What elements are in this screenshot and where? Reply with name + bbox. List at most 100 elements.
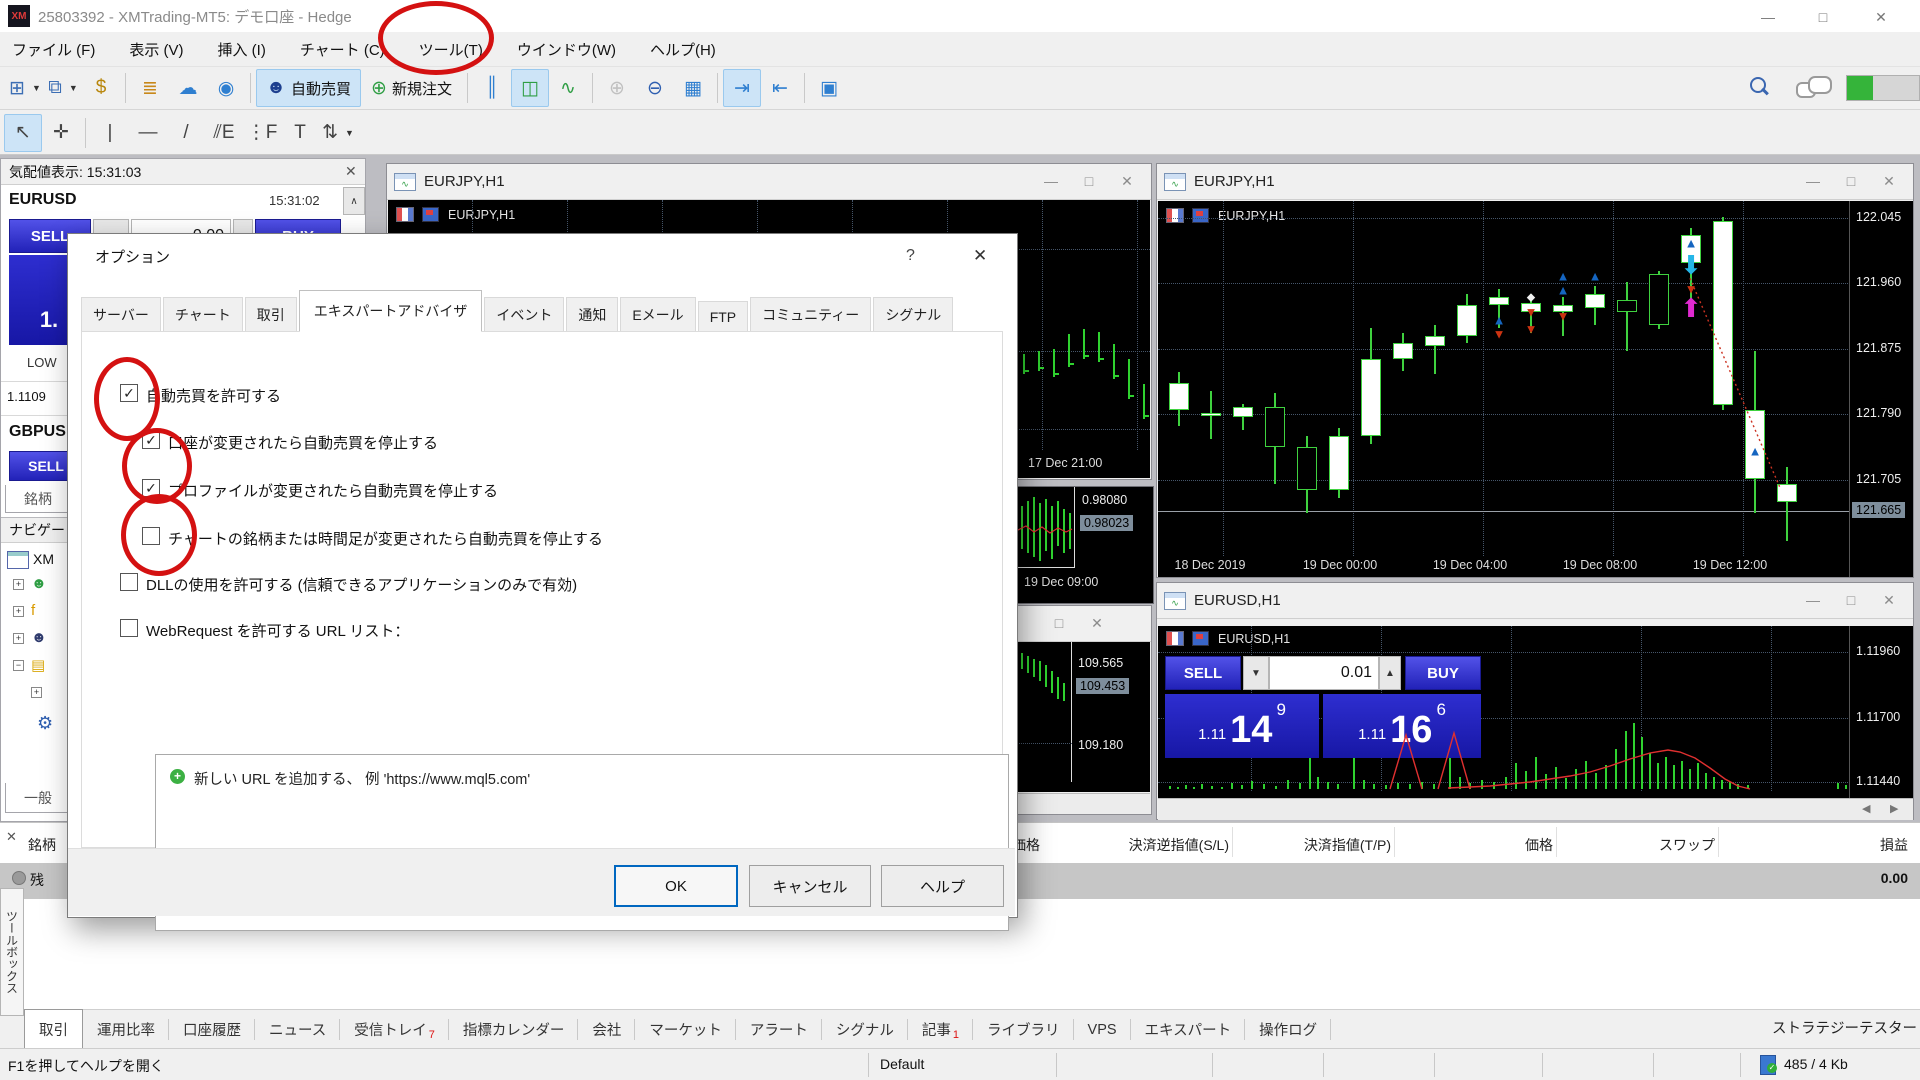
save-template-icon[interactable]: ▣: [810, 69, 848, 107]
menu-item-4[interactable]: ツール(T): [419, 39, 483, 60]
cursor-icon[interactable]: ↖: [4, 114, 42, 152]
chart-table-icon[interactable]: [396, 207, 414, 222]
toolbox-tab-9[interactable]: シグナル: [822, 1010, 908, 1049]
navigator-root-label[interactable]: XM: [33, 551, 54, 567]
line-chart-mode-icon[interactable]: ∿: [549, 69, 587, 107]
chart-shift-icon[interactable]: ⇤: [761, 69, 799, 107]
child-close-button[interactable]: ✕: [1873, 588, 1905, 612]
checkbox-2[interactable]: ✓: [142, 479, 160, 497]
oct-bid-panel[interactable]: 1.11149: [1165, 694, 1319, 758]
status-profile[interactable]: Default: [880, 1056, 924, 1072]
add-url-icon[interactable]: +: [170, 769, 185, 784]
toolbox-header-3[interactable]: 価格: [1373, 835, 1553, 855]
dialog-tab-0[interactable]: サーバー: [81, 297, 161, 332]
toolbox-header-5[interactable]: 損益: [1728, 835, 1908, 855]
chart-hscrollbar[interactable]: ◀ ▶: [1158, 798, 1913, 820]
menu-item-3[interactable]: チャート (C): [300, 39, 385, 60]
chart-save-icon[interactable]: [1192, 631, 1209, 646]
open-account-icon[interactable]: $: [82, 69, 120, 107]
toolbox-tab-0[interactable]: 取引: [24, 1009, 83, 1049]
child-minimize-button[interactable]: —: [1035, 169, 1067, 193]
bar-chart-mode-icon[interactable]: ║: [473, 69, 511, 107]
toolbox-tab-3[interactable]: ニュース: [255, 1010, 340, 1049]
accounts-icon[interactable]: ☻: [31, 575, 47, 592]
strategy-tester-label[interactable]: ストラテジーテスター: [1772, 1017, 1917, 1038]
shift-end-icon[interactable]: ⇥: [723, 69, 761, 107]
checkbox-label-2[interactable]: プロファイルが変更されたら自動売買を停止する: [168, 480, 498, 501]
dialog-tab-6[interactable]: Eメール: [620, 297, 695, 332]
search-icon[interactable]: [1748, 76, 1770, 98]
equidistant-channel-icon[interactable]: ⫽E: [205, 114, 243, 152]
new-chart-dropdown-icon[interactable]: ▼: [32, 83, 41, 93]
checkbox-label-1[interactable]: 口座が変更されたら自動売買を停止する: [168, 432, 438, 453]
add-url-hint[interactable]: 新しい URL を追加する、 例 'https://www.mql5.com': [194, 768, 530, 789]
child-minimize-button[interactable]: —: [1797, 169, 1829, 193]
toolbox-tab-2[interactable]: 口座履歴: [169, 1010, 255, 1049]
child-maximize-button[interactable]: □: [1043, 611, 1075, 635]
profiles-icon[interactable]: ⧉▼: [44, 69, 82, 107]
trendline-icon[interactable]: /: [167, 114, 205, 152]
toolbox-header-1[interactable]: 決済逆指値(S/L): [1049, 835, 1229, 855]
accounts-expander[interactable]: +: [13, 579, 24, 590]
dialog-close-icon[interactable]: ✕: [973, 246, 987, 266]
dialog-tab-3[interactable]: エキスパートアドバイザ: [299, 290, 483, 332]
toolbox-header-4[interactable]: スワップ: [1535, 835, 1715, 855]
indicators-icon[interactable]: f: [31, 602, 35, 619]
child-close-button[interactable]: ✕: [1111, 169, 1143, 193]
fibonacci-icon[interactable]: ⋮F: [243, 114, 281, 152]
toolbox-tab-5[interactable]: 指標カレンダー: [449, 1010, 579, 1049]
window-maximize-button[interactable]: □: [1800, 4, 1846, 30]
new-order-button[interactable]: ⊕新規注文: [361, 69, 462, 107]
checkbox-0[interactable]: ✓: [120, 384, 138, 402]
toolbox-tab-12[interactable]: VPS: [1074, 1010, 1131, 1049]
dialog-tab-9[interactable]: シグナル: [873, 297, 953, 332]
chat-icon[interactable]: [1796, 76, 1832, 100]
chart-area-eurjpy-main[interactable]: EURJPY,H1122.045121.960121.875121.790121…: [1158, 201, 1913, 577]
dialog-tab-1[interactable]: チャート: [163, 297, 243, 332]
toolbox-tab-13[interactable]: エキスパート: [1131, 1010, 1246, 1049]
toolbox-tab-14[interactable]: 操作ログ: [1245, 1010, 1331, 1049]
chart-save-icon[interactable]: [422, 207, 439, 222]
chart-window-title-bar[interactable]: ∿ EURUSD,H1 — □ ✕: [1157, 583, 1913, 619]
algo-trading-button[interactable]: ☻自動売買: [256, 69, 361, 107]
toolbox-close-icon[interactable]: ✕: [6, 829, 17, 845]
toolbox-header-2[interactable]: 決済指値(T/P): [1211, 835, 1391, 855]
toolbox-tab-7[interactable]: マーケット: [635, 1010, 736, 1049]
menu-item-1[interactable]: 表示 (V): [129, 39, 183, 60]
checkbox-label-0[interactable]: 自動売買を許可する: [146, 385, 281, 406]
toolbox-tab-4[interactable]: 受信トレイ7: [340, 1010, 449, 1049]
services-gear-icon[interactable]: ⚙: [37, 713, 57, 733]
checkbox-1[interactable]: ✓: [142, 431, 160, 449]
dialog-tab-5[interactable]: 通知: [566, 297, 618, 332]
child-close-button[interactable]: ✕: [1873, 169, 1905, 193]
crosshair-icon[interactable]: ✛: [42, 114, 80, 152]
market-watch-close-icon[interactable]: ✕: [345, 163, 357, 180]
toolbox-tab-8[interactable]: アラート: [736, 1010, 822, 1049]
checkbox-5[interactable]: [120, 619, 138, 637]
arrow-objects-dropdown-icon[interactable]: ▼: [345, 128, 354, 138]
menu-item-2[interactable]: 挿入 (I): [218, 39, 266, 60]
toolbox-tab-11[interactable]: ライブラリ: [973, 1010, 1074, 1049]
scroll-left-icon[interactable]: ◀: [1862, 802, 1870, 815]
toolbox-tab-10[interactable]: 記事1: [908, 1010, 973, 1049]
child-minimize-button[interactable]: —: [1797, 588, 1829, 612]
horizontal-line-icon[interactable]: —: [129, 114, 167, 152]
text-label-icon[interactable]: T: [281, 114, 319, 152]
mw-symbol[interactable]: EURUSD: [9, 191, 77, 209]
arrow-objects-icon[interactable]: ⇅▼: [319, 114, 357, 152]
chart-table-icon[interactable]: [1166, 208, 1184, 223]
expert-advisors-expander[interactable]: +: [13, 633, 24, 644]
toolbox-tab-6[interactable]: 会社: [578, 1010, 635, 1049]
mw-scroll-up-button[interactable]: ∧: [343, 187, 365, 215]
oct-volume-down-button[interactable]: ▼: [1243, 656, 1269, 690]
scripts-icon[interactable]: ▤: [31, 656, 45, 674]
checkbox-3[interactable]: [142, 527, 160, 545]
cancel-button[interactable]: キャンセル: [749, 865, 871, 907]
oct-volume-up-button[interactable]: ▲: [1379, 656, 1401, 690]
window-close-button[interactable]: ✕: [1858, 4, 1904, 30]
ok-button[interactable]: OK: [614, 865, 738, 907]
child-maximize-button[interactable]: □: [1835, 588, 1867, 612]
scripts-child-expander[interactable]: +: [31, 687, 42, 698]
expert-advisors-icon[interactable]: ☻: [31, 629, 47, 646]
oct-ask-panel[interactable]: 1.11166: [1323, 694, 1481, 758]
